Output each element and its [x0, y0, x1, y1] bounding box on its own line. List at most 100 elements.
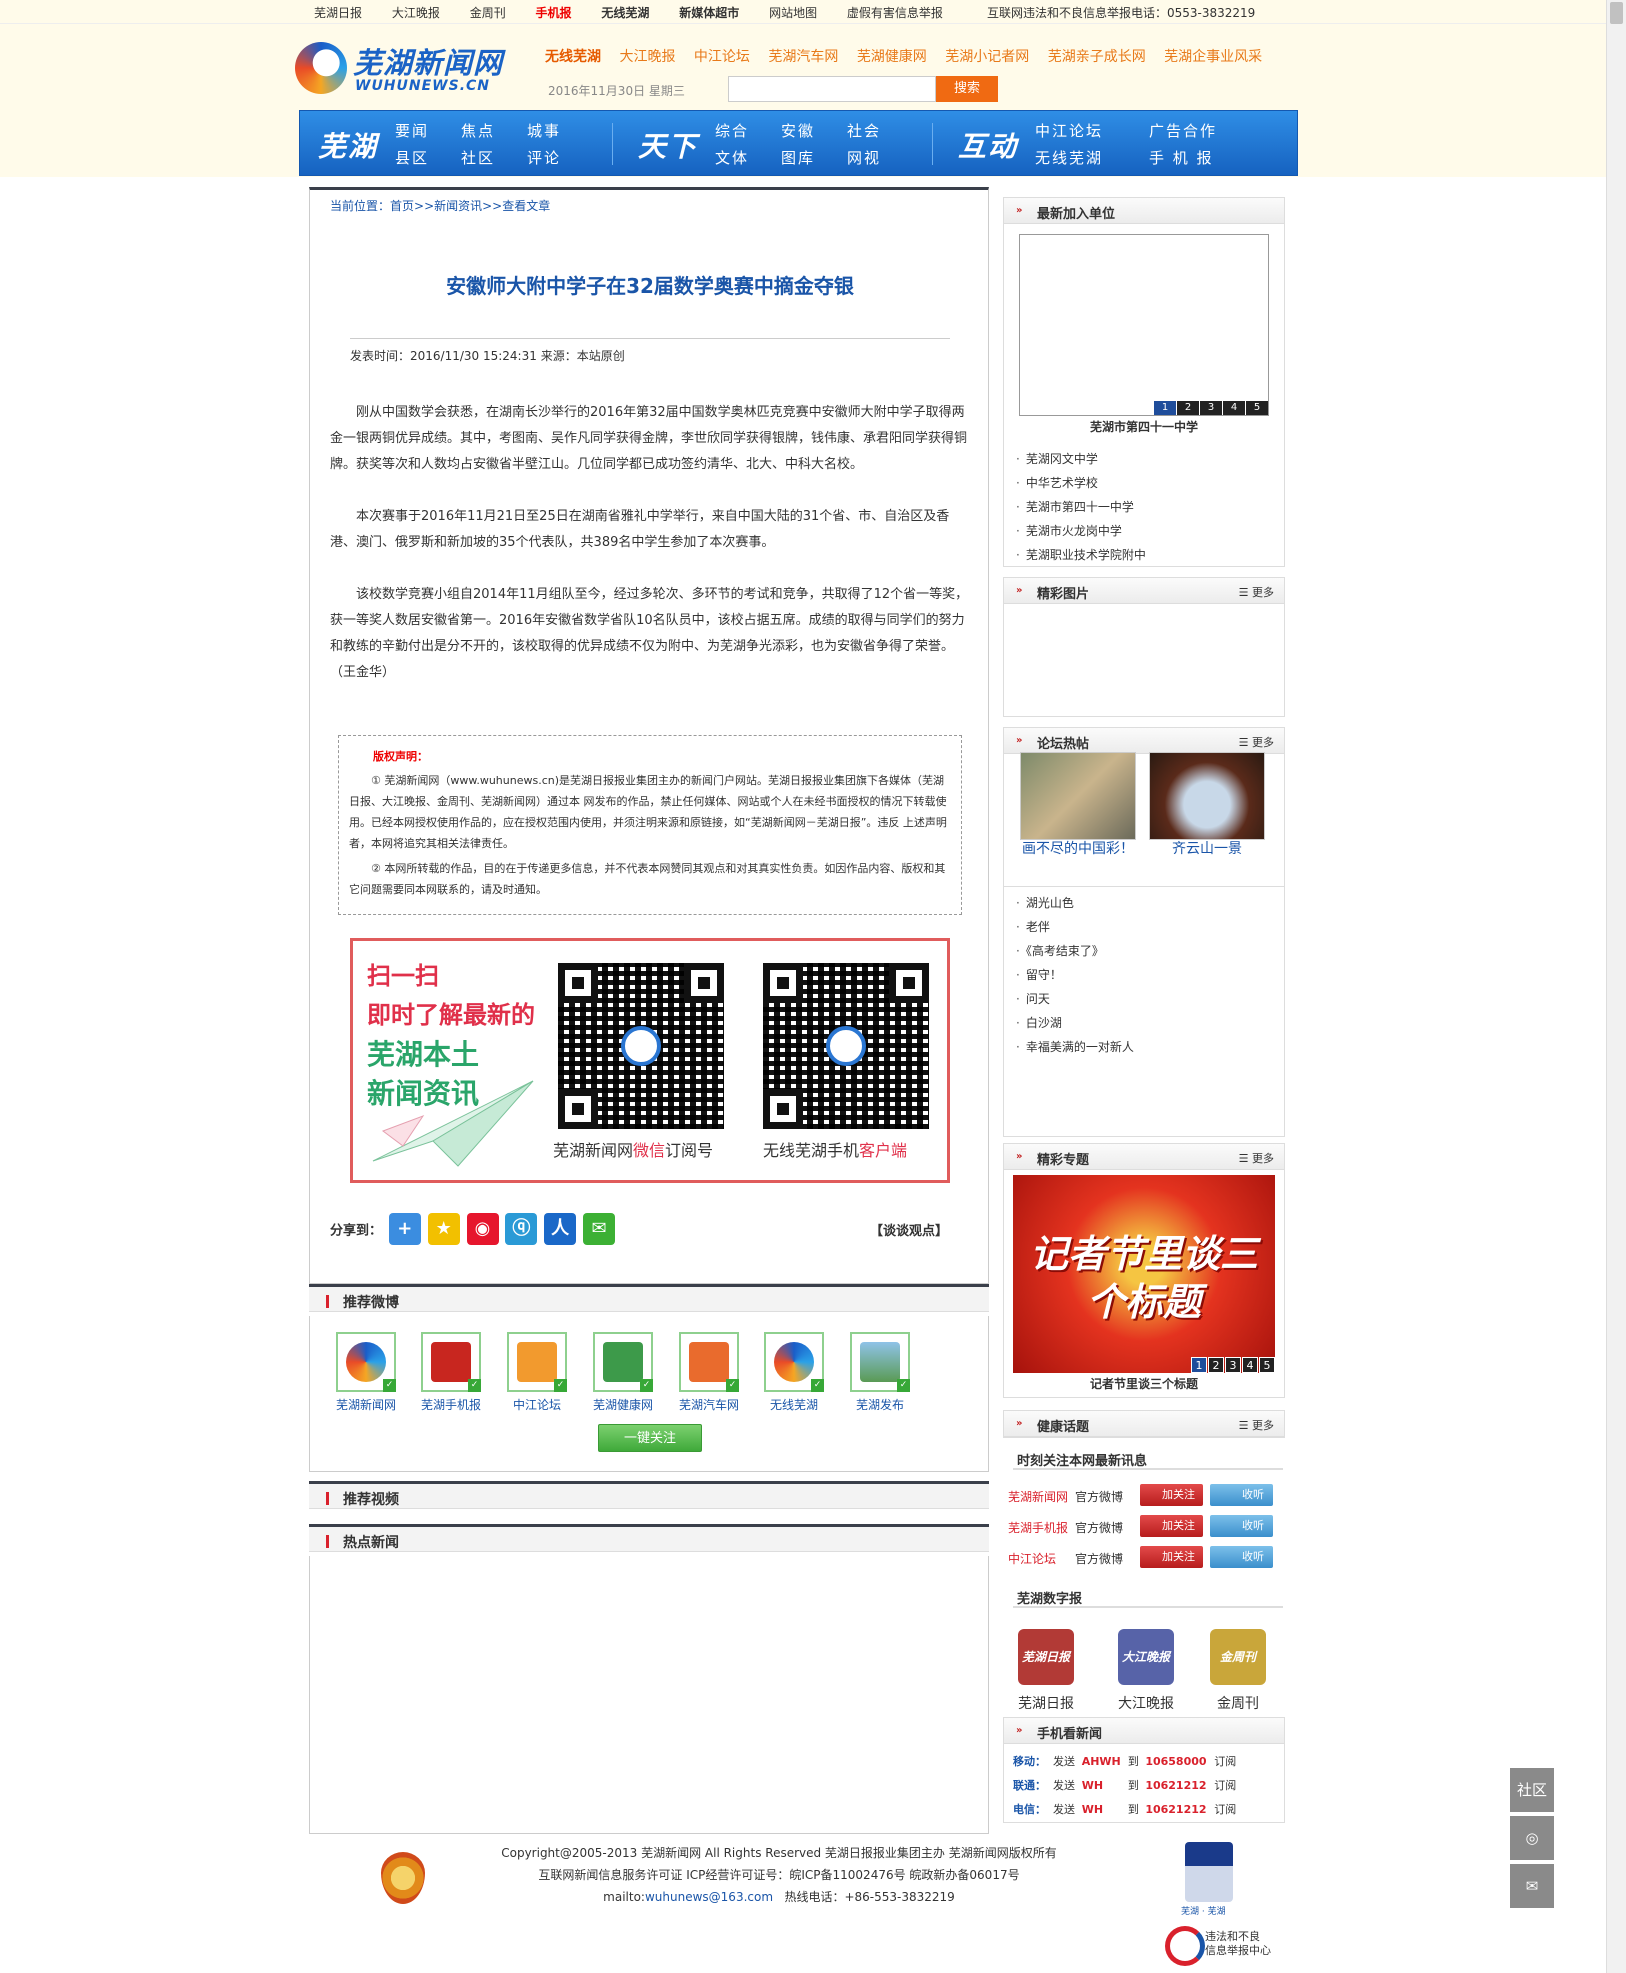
weibo-account[interactable]: ✓ 芜湖健康网: [580, 1332, 666, 1413]
qzone-icon[interactable]: ★: [427, 1213, 460, 1245]
account-name[interactable]: 中江论坛: [1008, 1550, 1056, 1567]
report-center-badge[interactable]: 芜湖 · 芜湖 违法和不良 信息举报中心: [1165, 1842, 1275, 1968]
nav-item[interactable]: 中江论坛: [1035, 120, 1149, 141]
logo-float-button[interactable]: ◎: [1510, 1816, 1554, 1860]
more-link[interactable]: ☰ 更多: [1239, 734, 1274, 750]
nav-item[interactable]: 无线芜湖: [1035, 147, 1149, 168]
list-item[interactable]: 芜湖职业技术学院附中: [1016, 543, 1272, 567]
slide-page[interactable]: 5: [1259, 1357, 1275, 1373]
top-link[interactable]: 手机报: [536, 6, 572, 20]
nav-item[interactable]: 手 机 报: [1149, 147, 1249, 168]
site-link[interactable]: 芜湖小记者网: [945, 49, 1029, 65]
nav-item[interactable]: 城事: [527, 120, 593, 141]
wechat-icon[interactable]: ✉: [582, 1213, 615, 1245]
nav-item[interactable]: 安徽: [781, 120, 847, 141]
nav-item[interactable]: 文体: [715, 147, 781, 168]
top-link[interactable]: 芜湖日报: [314, 6, 362, 20]
search-input[interactable]: [728, 76, 936, 102]
tencent-weibo-icon[interactable]: ⓠ: [505, 1213, 538, 1245]
list-item[interactable]: 幸福美满的一对新人: [1016, 1035, 1272, 1059]
list-item[interactable]: 中华艺术学校: [1016, 471, 1272, 495]
slide-page[interactable]: 1: [1154, 401, 1176, 415]
site-logo[interactable]: 芜湖新闻网 WUHUNEWS.CN: [295, 40, 525, 102]
nav-item[interactable]: 综合: [715, 120, 781, 141]
slide-page[interactable]: 1: [1191, 1357, 1207, 1373]
list-item[interactable]: 芜湖市第四十一中学: [1016, 495, 1272, 519]
list-item[interactable]: 芜湖市火龙岗中学: [1016, 519, 1272, 543]
slide-page[interactable]: 5: [1246, 401, 1268, 415]
more-link[interactable]: ☰ 更多: [1239, 1150, 1274, 1166]
list-item[interactable]: 老伴: [1016, 915, 1272, 939]
more-link[interactable]: ☰ 更多: [1239, 1417, 1274, 1433]
search-button[interactable]: 搜索: [936, 76, 998, 102]
list-item[interactable]: 问天: [1016, 987, 1272, 1011]
nav-item[interactable]: 社区: [461, 147, 527, 168]
scrollbar-thumb[interactable]: [1610, 2, 1623, 24]
nav-item[interactable]: 要闻: [395, 120, 461, 141]
slide-page[interactable]: 4: [1242, 1357, 1258, 1373]
listen-button[interactable]: 收听: [1210, 1546, 1273, 1568]
site-link[interactable]: 芜湖企事业风采: [1164, 49, 1262, 65]
weibo-icon[interactable]: ◉: [466, 1213, 499, 1245]
top-link[interactable]: 网站地图: [769, 6, 817, 20]
special-banner[interactable]: 记者节里谈三个标题 1 2 3 4 5: [1013, 1175, 1275, 1373]
list-item[interactable]: 芜湖冈文中学: [1016, 447, 1272, 471]
vertical-scrollbar[interactable]: [1606, 0, 1626, 1973]
follow-button[interactable]: 加关注: [1140, 1546, 1203, 1568]
slide-page[interactable]: 2: [1177, 401, 1199, 415]
weibo-account[interactable]: ✓ 中江论坛: [494, 1332, 580, 1413]
account-name[interactable]: 芜湖新闻网: [1008, 1488, 1068, 1505]
list-item[interactable]: 白沙湖: [1016, 1011, 1272, 1035]
unit-slideshow[interactable]: 1 2 3 4 5: [1019, 234, 1269, 416]
wechat-float-button[interactable]: ✉: [1510, 1864, 1554, 1908]
follow-button[interactable]: 加关注: [1140, 1484, 1203, 1506]
top-link[interactable]: 虚假有害信息举报: [847, 6, 943, 20]
forum-photo[interactable]: [1149, 752, 1265, 840]
listen-button[interactable]: 收听: [1210, 1484, 1273, 1506]
email-link[interactable]: wuhunews@163.com: [645, 1890, 773, 1904]
weibo-account[interactable]: ✓ 无线芜湖: [751, 1332, 837, 1413]
digital-paper[interactable]: 大江晚报 大江晚报: [1116, 1629, 1176, 1713]
top-link[interactable]: 大江晚报: [392, 6, 440, 20]
slide-page[interactable]: 3: [1225, 1357, 1241, 1373]
weibo-account[interactable]: ✓ 芜湖发布: [837, 1332, 923, 1413]
listen-button[interactable]: 收听: [1210, 1515, 1273, 1537]
digital-paper[interactable]: 金周刊 金周刊: [1208, 1629, 1268, 1713]
follow-all-button[interactable]: 一键关注: [598, 1424, 702, 1452]
nav-item[interactable]: 图库: [781, 147, 847, 168]
top-link[interactable]: 金周刊: [470, 6, 506, 20]
slide-caption[interactable]: 芜湖市第四十一中学: [1004, 418, 1284, 435]
weibo-account[interactable]: ✓ 芜湖汽车网: [666, 1332, 752, 1413]
community-float-button[interactable]: 社区: [1510, 1768, 1554, 1812]
weibo-account[interactable]: ✓ 芜湖手机报: [408, 1332, 494, 1413]
forum-photo-caption[interactable]: 齐云山一景: [1149, 838, 1265, 860]
top-link[interactable]: 无线芜湖: [601, 6, 649, 20]
renren-icon[interactable]: 人: [544, 1213, 577, 1245]
nav-item[interactable]: 县区: [395, 147, 461, 168]
top-link[interactable]: 新媒体超市: [679, 6, 739, 20]
forum-photo-caption[interactable]: 画不尽的中国彩！: [1020, 838, 1136, 860]
nav-item[interactable]: 评论: [527, 147, 593, 168]
follow-button[interactable]: 加关注: [1140, 1515, 1203, 1537]
more-link[interactable]: ☰ 更多: [1239, 584, 1274, 600]
nav-item[interactable]: 网视: [847, 147, 913, 168]
list-item[interactable]: 湖光山色: [1016, 891, 1272, 915]
forum-photo[interactable]: [1020, 752, 1136, 840]
site-link[interactable]: 大江晚报: [619, 49, 675, 65]
slide-page[interactable]: 2: [1208, 1357, 1224, 1373]
slide-page[interactable]: 3: [1200, 401, 1222, 415]
weibo-account[interactable]: ✓ 芜湖新闻网: [323, 1332, 409, 1413]
plus-share-icon[interactable]: +: [388, 1213, 421, 1245]
site-link[interactable]: 中江论坛: [694, 49, 750, 65]
discuss-link[interactable]: 【谈谈观点】: [870, 1220, 948, 1239]
site-link[interactable]: 芜湖健康网: [857, 49, 927, 65]
site-link[interactable]: 无线芜湖: [545, 49, 601, 65]
nav-item[interactable]: 社会: [847, 120, 913, 141]
list-item[interactable]: 《高考结束了》: [1016, 939, 1272, 963]
list-item[interactable]: 留守！: [1016, 963, 1272, 987]
breadcrumb-path[interactable]: 首页>>新闻资讯>>查看文章: [390, 199, 550, 213]
site-link[interactable]: 芜湖亲子成长网: [1048, 49, 1146, 65]
site-link[interactable]: 芜湖汽车网: [768, 49, 838, 65]
slide-page[interactable]: 4: [1223, 401, 1245, 415]
nav-item[interactable]: 广告合作: [1149, 120, 1249, 141]
